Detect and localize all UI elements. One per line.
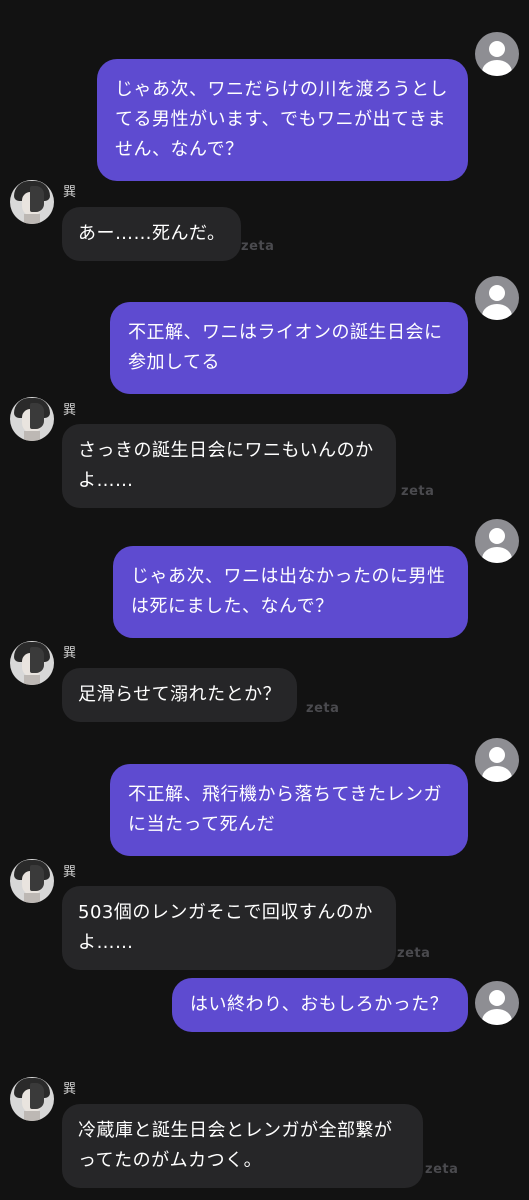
- user-message-text: はい終わり、おもしろかった？: [190, 994, 449, 1015]
- bot-message-text: 503個のレンガそこで回収すんのかよ……: [78, 902, 373, 953]
- bot-message[interactable]: 503個のレンガそこで回収すんのかよ……: [62, 886, 396, 970]
- zeta-watermark: zeta: [401, 484, 435, 499]
- bot-message[interactable]: あー……死んだ。: [62, 207, 242, 261]
- bot-avatar[interactable]: [10, 180, 54, 224]
- user-message[interactable]: じゃあ次、ワニだらけの川を渡ろうとしてる男性がいます、でもワニが出てきません、な…: [97, 59, 468, 181]
- bot-message-text: さっきの誕生日会にワニもいんのかよ……: [78, 440, 374, 491]
- zeta-watermark: zeta: [397, 946, 431, 961]
- user-avatar-icon[interactable]: [475, 738, 519, 782]
- bot-message-text: あー……死んだ。: [78, 223, 226, 244]
- bot-avatar[interactable]: [10, 641, 54, 685]
- zeta-watermark: zeta: [241, 239, 275, 254]
- user-message[interactable]: じゃあ次、ワニは出なかったのに男性は死にました、なんで？: [113, 546, 468, 638]
- user-message-text: 不正解、ワニはライオンの誕生日会に参加してる: [128, 322, 443, 373]
- bot-message-text: 冷蔵庫と誕生日会とレンガが全部繋がってたのがムカつく。: [78, 1120, 393, 1171]
- user-avatar-icon[interactable]: [475, 981, 519, 1025]
- user-message-text: じゃあ次、ワニだらけの川を渡ろうとしてる男性がいます、でもワニが出てきません、な…: [115, 79, 448, 160]
- zeta-watermark: zeta: [425, 1162, 459, 1177]
- bot-message[interactable]: さっきの誕生日会にワニもいんのかよ……: [62, 424, 396, 508]
- user-message[interactable]: はい終わり、おもしろかった？: [172, 978, 468, 1032]
- user-avatar-icon[interactable]: [475, 519, 519, 563]
- bot-name: 巽: [63, 865, 77, 880]
- user-message-text: 不正解、飛行機から落ちてきたレンガに当たって死んだ: [128, 784, 442, 835]
- user-avatar-icon[interactable]: [475, 276, 519, 320]
- bot-avatar[interactable]: [10, 859, 54, 903]
- user-message[interactable]: 不正解、飛行機から落ちてきたレンガに当たって死んだ: [110, 764, 468, 856]
- bot-name: 巽: [63, 403, 77, 418]
- chat-thread: じゃあ次、ワニだらけの川を渡ろうとしてる男性がいます、でもワニが出てきません、な…: [0, 0, 529, 1200]
- bot-message-text: 足滑らせて溺れたとか？: [78, 684, 282, 705]
- bot-name: 巽: [63, 646, 77, 661]
- user-avatar-icon[interactable]: [475, 32, 519, 76]
- bot-message[interactable]: 冷蔵庫と誕生日会とレンガが全部繋がってたのがムカつく。: [62, 1104, 423, 1188]
- bot-avatar[interactable]: [10, 1077, 54, 1121]
- bot-name: 巽: [63, 185, 77, 200]
- bot-avatar[interactable]: [10, 397, 54, 441]
- bot-message[interactable]: 足滑らせて溺れたとか？: [62, 668, 298, 722]
- bot-name: 巽: [63, 1082, 77, 1097]
- user-message[interactable]: 不正解、ワニはライオンの誕生日会に参加してる: [110, 302, 468, 394]
- zeta-watermark: zeta: [306, 701, 340, 716]
- user-message-text: じゃあ次、ワニは出なかったのに男性は死にました、なんで？: [131, 566, 446, 617]
